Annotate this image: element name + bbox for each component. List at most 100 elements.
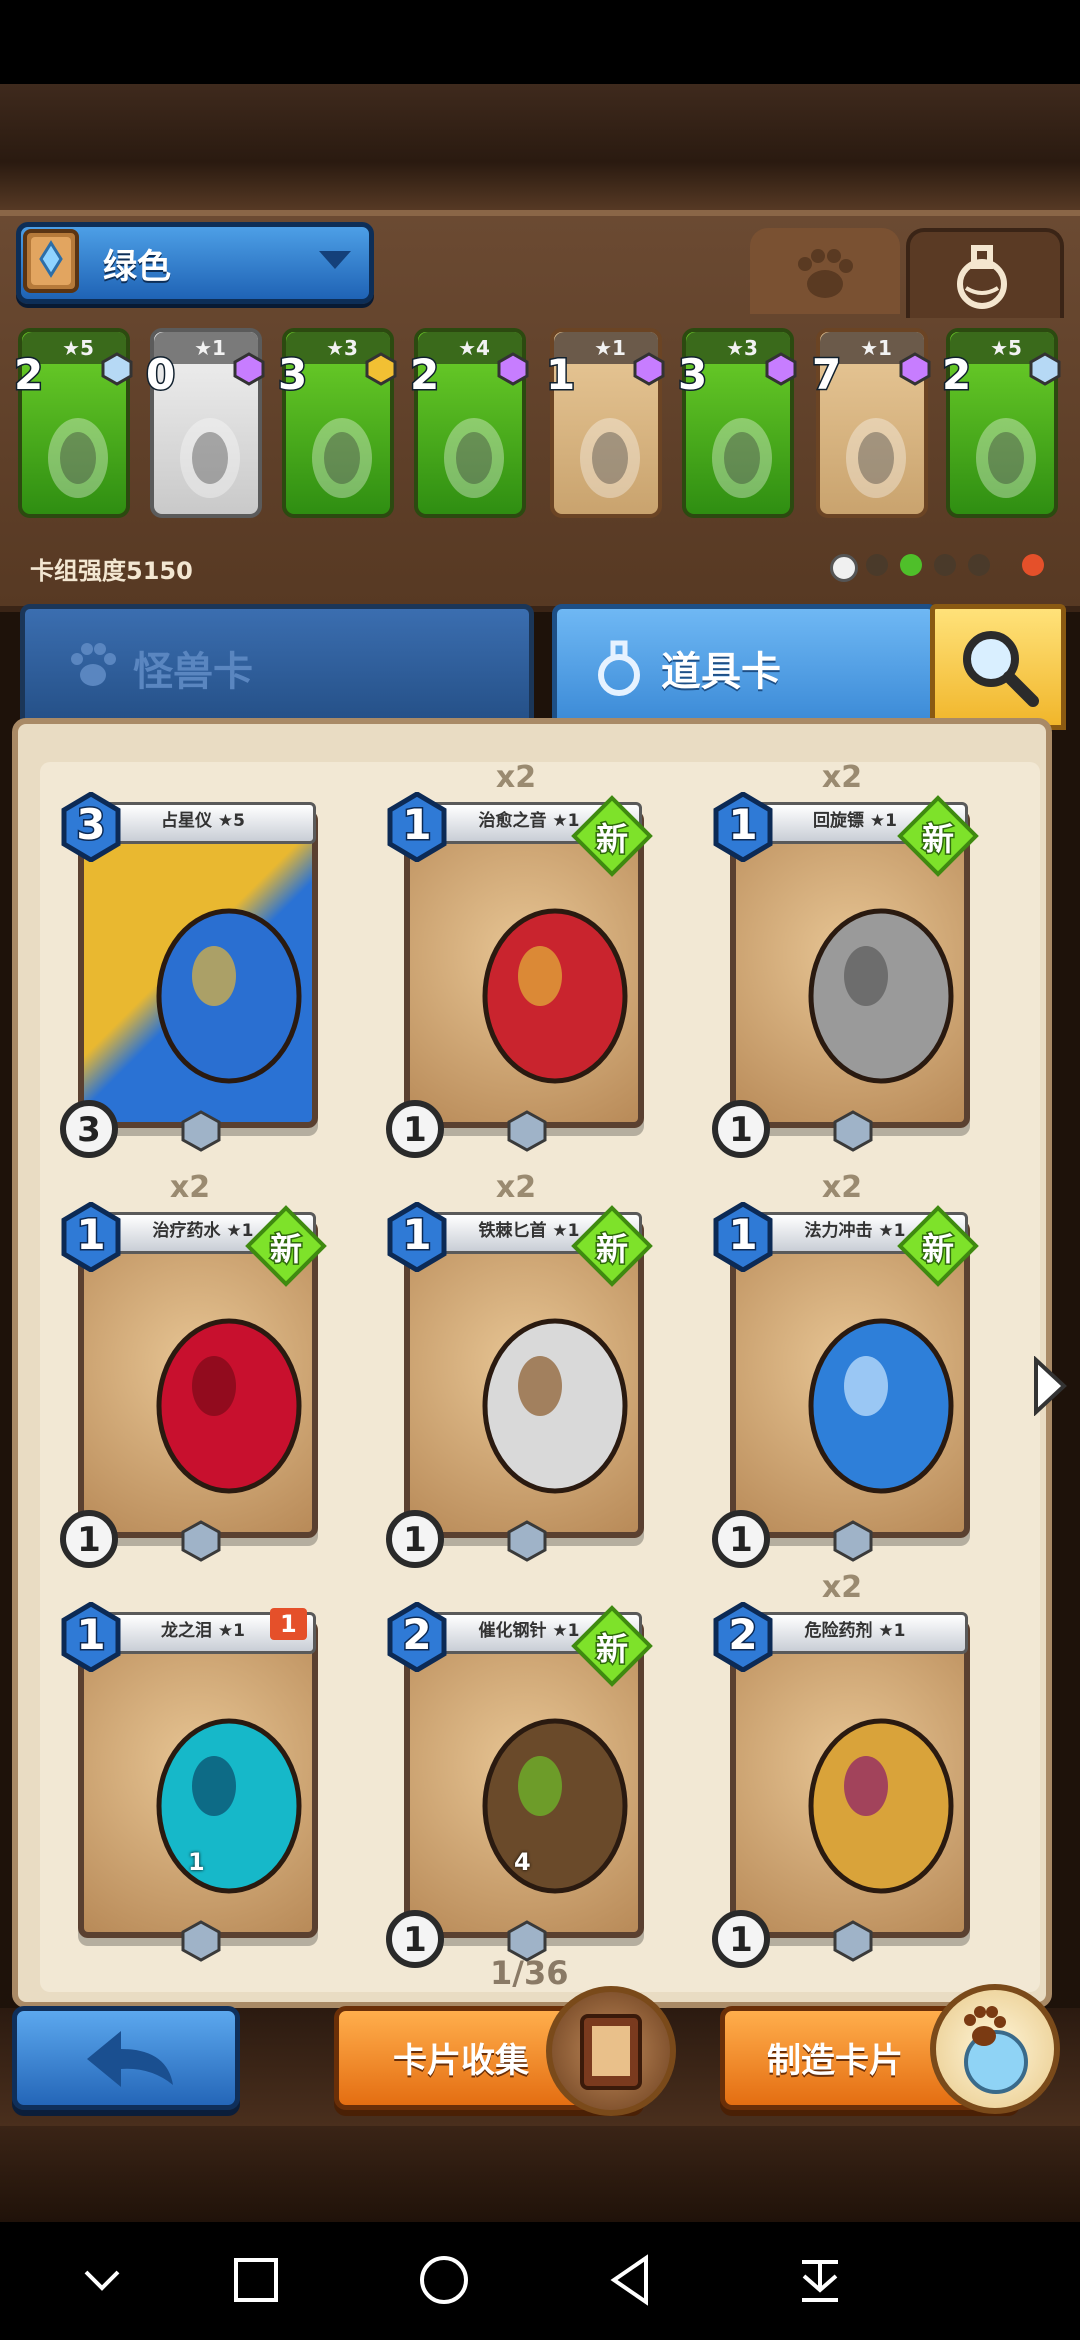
card-book-icon[interactable] (546, 1986, 676, 2116)
item-card[interactable]: x2 法力冲击 ★1 1 新 1 (712, 1170, 979, 1570)
deck-card[interactable]: ★3 3 (676, 320, 797, 534)
item-card[interactable]: x2 治愈之音 ★1 1 新 1 (386, 760, 653, 1160)
card-duplicate-count: x2 (821, 1170, 863, 1205)
card-uses-badge: 1 (712, 1100, 770, 1158)
dagger-art (482, 1318, 628, 1494)
deck-card-art (712, 418, 772, 498)
new-label: 新 (594, 819, 629, 860)
deck-card[interactable]: ★5 2 (12, 320, 133, 534)
card-duplicate-count: x2 (821, 760, 863, 795)
tab-item-label: 道具卡 (661, 649, 781, 695)
deck-name: 绿色 (103, 247, 171, 287)
rarity-gem-icon (365, 352, 397, 386)
tab-item-cards[interactable]: 道具卡 (552, 604, 938, 730)
tab-monster-filter[interactable] (750, 228, 900, 314)
item-card[interactable]: x2 回旋镖 ★1 1 新 1 (712, 760, 979, 1160)
home-circle-icon[interactable] (414, 2250, 474, 2310)
deck-card[interactable]: ★1 7 (810, 320, 931, 534)
back-triangle-icon[interactable] (602, 2250, 662, 2310)
rarity-gem-icon (899, 352, 931, 386)
card-uses-value: 1 (729, 1520, 753, 1560)
new-label: 新 (920, 1229, 955, 1270)
deck-card[interactable]: ★3 3 (276, 320, 397, 534)
card-uses-badge: 1 (712, 1510, 770, 1568)
card-uses-value: 1 (403, 1110, 427, 1150)
deck-card[interactable]: ★5 2 (940, 320, 1061, 534)
card-uses-badge: 1 (386, 1510, 444, 1568)
mana-cost-badge: 1 (386, 1201, 448, 1273)
paw-icon (71, 643, 116, 686)
new-badge: 新 (244, 1204, 328, 1288)
item-card[interactable]: x2 治疗药水 ★1 1 新 1 (60, 1170, 327, 1570)
notification-pull-icon[interactable] (790, 2250, 850, 2310)
new-label: 新 (920, 819, 955, 860)
rarity-gem-icon (101, 352, 133, 386)
card-uses-badge: 1 (60, 1510, 118, 1568)
new-badge: 新 (896, 794, 980, 878)
card-name: 占星仪 ★5 (90, 802, 316, 844)
mana-cost-badge: 1 (60, 1601, 122, 1673)
new-label: 新 (594, 1229, 629, 1270)
mana-cost-value: 1 (75, 1609, 107, 1661)
boomerang-art (808, 908, 954, 1084)
item-card[interactable]: x2 危险药剂 ★1 2 1 (712, 1570, 972, 1970)
card-sub-value: 4 (514, 1848, 531, 1876)
deck-card-count: 1 (544, 349, 576, 401)
tab-item-filter[interactable] (906, 228, 1064, 318)
recents-square-icon[interactable] (226, 2250, 286, 2310)
deck-card[interactable]: ★1 0 (144, 320, 265, 534)
mana-cost-value: 3 (75, 799, 107, 851)
rarity-gem-icon (1029, 352, 1061, 386)
paw-potion-illustration (964, 2006, 1028, 2094)
tab-monster-cards[interactable]: 怪兽卡 (20, 604, 534, 730)
card-collection-label: 卡片收集 (393, 2041, 529, 2081)
paw-icon (798, 249, 853, 298)
deck-card-art (846, 418, 906, 498)
item-card[interactable]: x2 铁棘匕首 ★1 1 新 1 (386, 1170, 653, 1570)
deck-card-count: 2 (408, 349, 440, 401)
deck-card[interactable]: ★1 1 (544, 320, 665, 534)
deck-card-count: 2 (12, 349, 44, 401)
needles-art (482, 1718, 628, 1894)
system-nav-bar (0, 2222, 1080, 2340)
rarity-gem-icon (507, 1520, 547, 1562)
back-arrow-icon (87, 2031, 173, 2087)
new-badge: 新 (570, 1604, 654, 1688)
paw-potion-icon[interactable] (930, 1984, 1060, 2114)
card-sub-value: 1 (188, 1848, 205, 1876)
item-card[interactable]: 催化钢针 ★1 2 新 1 4 (386, 1600, 653, 1970)
wind-element-icon (968, 554, 990, 576)
deck-card[interactable]: ★4 2 (408, 320, 529, 534)
page-indicator: 1/36 (490, 1954, 569, 1992)
deck-card-count: 3 (276, 349, 308, 401)
rarity-gem-icon (633, 352, 665, 386)
back-button[interactable] (12, 2006, 240, 2110)
flask-icon (598, 640, 640, 696)
mana-cost-value: 1 (75, 1209, 107, 1261)
new-badge: 新 (896, 1204, 980, 1288)
fire-element-icon (1022, 554, 1044, 576)
card-uses-badge: 1 (712, 1910, 770, 1968)
mana-cost-value: 1 (401, 799, 433, 851)
mana-cost-badge: 3 (60, 791, 122, 863)
card-uses-badge: 3 (60, 1100, 118, 1158)
rarity-gem-icon (507, 1110, 547, 1152)
deck-selector[interactable]: 绿色 (16, 222, 374, 304)
item-card[interactable]: 占星仪 ★5 3 3 (60, 790, 320, 1160)
earth-element-icon (866, 554, 888, 576)
card-duplicate-count: x2 (495, 760, 537, 795)
top-frame (0, 84, 1080, 214)
tab-monster-label: 怪兽卡 (133, 649, 253, 695)
item-card[interactable]: 龙之泪 ★1 1 1 1 (60, 1600, 320, 1970)
mana-cost-value: 1 (727, 799, 759, 851)
rarity-gem-icon (233, 352, 265, 386)
bottom-frame (0, 2126, 1080, 2222)
deck-card-art (444, 418, 504, 498)
mana-cost-value: 1 (401, 1209, 433, 1261)
mana-art (808, 1318, 954, 1494)
status-bar (0, 0, 1080, 84)
next-page-arrow-icon[interactable] (1032, 1356, 1068, 1416)
search-button[interactable] (930, 604, 1066, 730)
deck-card-count: 2 (940, 349, 972, 401)
chevron-down-icon[interactable] (72, 2250, 132, 2310)
